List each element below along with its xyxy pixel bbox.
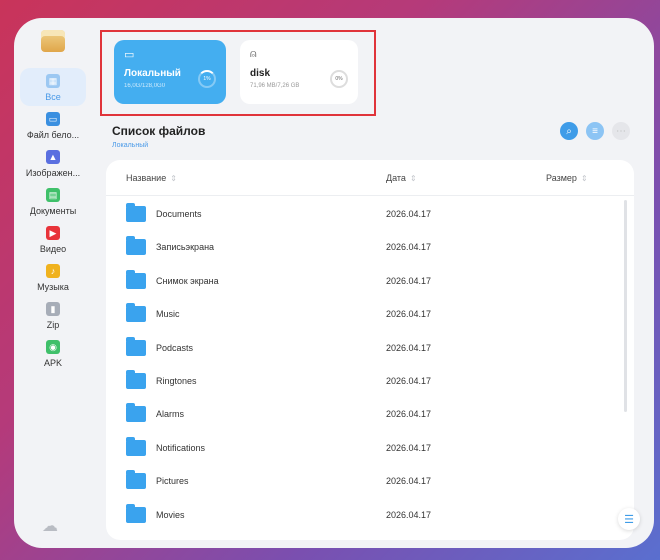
folder-icon bbox=[126, 504, 146, 523]
sidebar-item-music[interactable]: ♪ Музыка bbox=[20, 258, 86, 296]
sidebar-item-label: Zip bbox=[46, 320, 60, 330]
sort-icon: ⇕ bbox=[409, 174, 417, 183]
file-name: Снимок экрана bbox=[156, 276, 219, 286]
file-date: 2026.04.17 bbox=[386, 409, 432, 419]
file-name: Podcasts bbox=[156, 343, 194, 353]
file-manager-window: ▦ Все ▭ Файл бело... ▲ Изображен... ▤ До… bbox=[14, 18, 654, 548]
sidebar-item-zip[interactable]: ▮ Zip bbox=[20, 296, 86, 334]
image-icon: ▲ bbox=[46, 150, 60, 164]
zip-icon: ▮ bbox=[46, 302, 60, 316]
folder-icon bbox=[126, 370, 146, 389]
table-row[interactable]: Записьэкрана 2026.04.17 bbox=[106, 231, 634, 264]
file-name: Записьэкрана bbox=[156, 242, 215, 252]
file-name: Notifications bbox=[156, 443, 206, 453]
cloud-icon[interactable]: ☁ bbox=[42, 516, 58, 536]
search-button[interactable]: ⌕ bbox=[560, 122, 578, 140]
sidebar-item-images[interactable]: ▲ Изображен... bbox=[20, 144, 86, 182]
table-row[interactable]: Podcasts 2026.04.17 bbox=[106, 332, 634, 365]
table-row[interactable]: Notifications 2026.04.17 bbox=[106, 432, 634, 465]
menu-fab-button[interactable]: ☰ bbox=[618, 508, 640, 530]
folder-icon bbox=[126, 470, 146, 489]
file-date: 2026.04.17 bbox=[386, 376, 432, 386]
file-date: 2026.04.17 bbox=[386, 510, 432, 520]
folder-icon bbox=[126, 337, 146, 356]
folder-icon bbox=[126, 403, 146, 422]
folder-icon bbox=[126, 303, 146, 322]
file-date: 2026.04.17 bbox=[386, 343, 432, 353]
document-icon: ▤ bbox=[46, 188, 60, 202]
file-date: 2026.04.17 bbox=[386, 476, 432, 486]
file-name: Music bbox=[156, 309, 180, 319]
sidebar-item-label: Файл бело... bbox=[26, 130, 80, 140]
table-row[interactable]: Documents 2026.04.17 bbox=[106, 198, 634, 231]
column-header-size[interactable]: Размер ⇕ bbox=[546, 173, 588, 183]
file-list-panel: Название ⇕ Дата ⇕ Размер ⇕ Documents 2026.0… bbox=[106, 160, 634, 540]
sidebar-item-whiteboard[interactable]: ▭ Файл бело... bbox=[20, 106, 86, 144]
grid-icon: ▦ bbox=[46, 74, 60, 88]
sidebar-item-label: Изображен... bbox=[25, 168, 81, 178]
column-header-name[interactable]: Название ⇕ bbox=[126, 173, 177, 183]
video-icon: ▶ bbox=[46, 226, 60, 240]
sidebar-item-apk[interactable]: ◉ APK bbox=[20, 334, 86, 372]
monitor-icon: ▭ bbox=[124, 49, 135, 61]
file-name: Documents bbox=[156, 209, 202, 219]
sidebar-item-label: Все bbox=[45, 92, 61, 102]
table-row[interactable]: Ringtones 2026.04.17 bbox=[106, 365, 634, 398]
column-label: Дата bbox=[386, 173, 406, 183]
file-date: 2026.04.17 bbox=[386, 209, 432, 219]
table-row[interactable]: Снимок экрана 2026.04.17 bbox=[106, 265, 634, 298]
android-icon: ◉ bbox=[46, 340, 60, 354]
file-name: Pictures bbox=[156, 476, 189, 486]
list-view-button[interactable]: ≡ bbox=[586, 122, 604, 140]
sidebar: ▦ Все ▭ Файл бело... ▲ Изображен... ▤ До… bbox=[14, 18, 92, 548]
main-content: ▭ Локальный 16,0G/128,0G0 1% ⍝ disk 71,9… bbox=[92, 18, 654, 548]
app-logo-icon bbox=[41, 30, 65, 52]
sort-icon: ⇕ bbox=[170, 174, 177, 183]
folder-icon bbox=[126, 437, 146, 456]
column-label: Размер bbox=[546, 173, 577, 183]
usage-ring: 1% bbox=[198, 70, 216, 88]
music-icon: ♪ bbox=[46, 264, 60, 278]
usb-drive-icon: ⍝ bbox=[250, 48, 257, 60]
file-date: 2026.04.17 bbox=[386, 443, 432, 453]
scrollbar[interactable] bbox=[624, 200, 627, 412]
table-row[interactable]: Music 2026.04.17 bbox=[106, 298, 634, 331]
storage-card-disk[interactable]: ⍝ disk 71,96 MB/7,26 GB 0% bbox=[240, 40, 358, 104]
sidebar-item-label: APK bbox=[43, 358, 62, 368]
sidebar-item-label: Видео bbox=[39, 244, 67, 254]
table-row[interactable]: Alarms 2026.04.17 bbox=[106, 398, 634, 431]
breadcrumb[interactable]: Локальный bbox=[112, 142, 148, 149]
folder-icon bbox=[126, 270, 146, 289]
file-date: 2026.04.17 bbox=[386, 309, 432, 319]
table-row[interactable]: Pictures 2026.04.17 bbox=[106, 465, 634, 498]
sidebar-item-video[interactable]: ▶ Видео bbox=[20, 220, 86, 258]
column-header-date[interactable]: Дата ⇕ bbox=[386, 173, 417, 183]
more-button[interactable]: ⋯ bbox=[612, 122, 630, 140]
table-header: Название ⇕ Дата ⇕ Размер ⇕ bbox=[106, 160, 634, 196]
column-label: Название bbox=[126, 173, 167, 183]
sidebar-item-all[interactable]: ▦ Все bbox=[20, 68, 86, 106]
folder-icon bbox=[126, 236, 146, 255]
sort-icon: ⇕ bbox=[580, 174, 588, 183]
folder-icon bbox=[126, 203, 146, 222]
whiteboard-icon: ▭ bbox=[46, 112, 60, 126]
table-row[interactable]: Movies 2026.04.17 bbox=[106, 499, 634, 532]
storage-card-local[interactable]: ▭ Локальный 16,0G/128,0G0 1% bbox=[114, 40, 226, 104]
file-date: 2026.04.17 bbox=[386, 276, 432, 286]
file-date: 2026.04.17 bbox=[386, 242, 432, 252]
sidebar-item-documents[interactable]: ▤ Документы bbox=[20, 182, 86, 220]
file-name: Ringtones bbox=[156, 376, 197, 386]
sidebar-item-label: Документы bbox=[29, 206, 77, 216]
file-name: Alarms bbox=[156, 409, 185, 419]
sidebar-item-label: Музыка bbox=[37, 282, 69, 292]
usage-ring: 0% bbox=[330, 70, 348, 88]
page-title: Список файлов bbox=[112, 124, 206, 138]
file-name: Movies bbox=[156, 510, 185, 520]
